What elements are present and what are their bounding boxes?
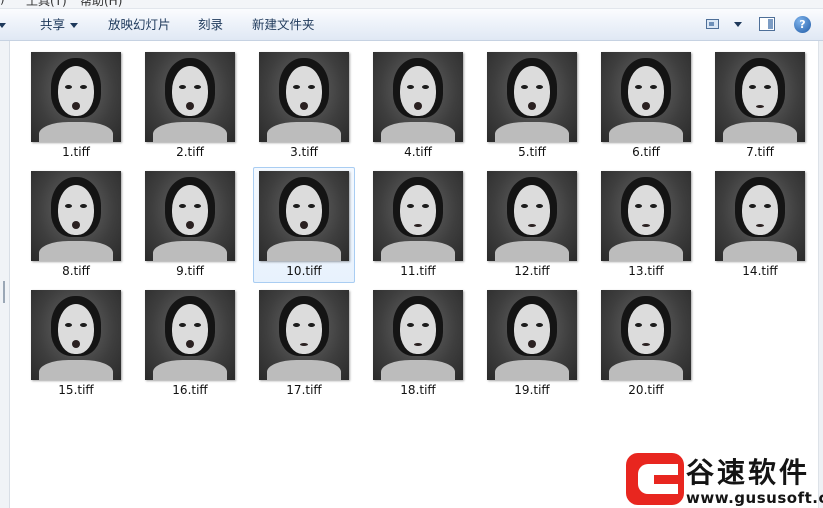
file-name-label: 5.tiff: [518, 145, 546, 159]
face-photo-thumbnail[interactable]: [487, 52, 577, 142]
file-name-label: 8.tiff: [62, 264, 90, 278]
face-photo-thumbnail[interactable]: [373, 52, 463, 142]
face-photo-thumbnail[interactable]: [601, 171, 691, 261]
file-name-label: 20.tiff: [628, 383, 664, 397]
slideshow-button[interactable]: 放映幻灯片: [108, 9, 171, 40]
menu-bar: ) 工具(T) 帮助(H): [0, 0, 823, 9]
file-name-label: 13.tiff: [628, 264, 664, 278]
file-item[interactable]: 1.tiff: [25, 48, 127, 164]
file-name-label: 4.tiff: [404, 145, 432, 159]
face-photo-thumbnail[interactable]: [715, 52, 805, 142]
face-photo-thumbnail[interactable]: [31, 290, 121, 380]
face-photo-thumbnail[interactable]: [601, 290, 691, 380]
face-photo-thumbnail[interactable]: [145, 171, 235, 261]
file-name-label: 15.tiff: [58, 383, 94, 397]
face-photo-thumbnail[interactable]: [601, 52, 691, 142]
face-photo-thumbnail[interactable]: [487, 290, 577, 380]
face-photo-thumbnail[interactable]: [259, 52, 349, 142]
face-photo-thumbnail[interactable]: [31, 171, 121, 261]
gususoft-logo-icon: [626, 453, 684, 505]
burn-button[interactable]: 刻录: [198, 9, 223, 40]
file-name-label: 6.tiff: [632, 145, 660, 159]
file-name-label: 19.tiff: [514, 383, 550, 397]
watermark-url: www.gususoft.com: [686, 489, 823, 507]
file-name-label: 7.tiff: [746, 145, 774, 159]
file-item[interactable]: 13.tiff: [595, 167, 697, 283]
file-item[interactable]: 14.tiff: [709, 167, 811, 283]
file-item[interactable]: 10.tiff: [253, 167, 355, 283]
help-icon[interactable]: ?: [794, 16, 811, 33]
file-name-label: 1.tiff: [62, 145, 90, 159]
face-photo-thumbnail[interactable]: [715, 171, 805, 261]
file-item[interactable]: 7.tiff: [709, 48, 811, 164]
file-item[interactable]: 17.tiff: [253, 286, 355, 402]
face-photo-thumbnail[interactable]: [31, 52, 121, 142]
file-item[interactable]: 5.tiff: [481, 48, 583, 164]
file-name-label: 12.tiff: [514, 264, 550, 278]
file-item[interactable]: 8.tiff: [25, 167, 127, 283]
face-photo-thumbnail[interactable]: [145, 290, 235, 380]
file-name-label: 10.tiff: [286, 264, 322, 278]
file-item[interactable]: 20.tiff: [595, 286, 697, 402]
menu-item-tools[interactable]: 工具(T): [26, 0, 67, 8]
file-item[interactable]: 11.tiff: [367, 167, 469, 283]
file-item[interactable]: 3.tiff: [253, 48, 355, 164]
file-name-label: 14.tiff: [742, 264, 778, 278]
share-button[interactable]: 共享: [40, 9, 79, 40]
face-photo-thumbnail[interactable]: [259, 171, 349, 261]
file-name-label: 17.tiff: [286, 383, 322, 397]
share-label: 共享: [40, 17, 66, 32]
file-item[interactable]: 6.tiff: [595, 48, 697, 164]
file-item[interactable]: 9.tiff: [139, 167, 241, 283]
file-item[interactable]: 19.tiff: [481, 286, 583, 402]
face-photo-thumbnail[interactable]: [259, 290, 349, 380]
file-item[interactable]: 18.tiff: [367, 286, 469, 402]
file-item[interactable]: 15.tiff: [25, 286, 127, 402]
file-name-label: 2.tiff: [176, 145, 204, 159]
file-item[interactable]: 4.tiff: [367, 48, 469, 164]
file-name-label: 18.tiff: [400, 383, 436, 397]
file-name-label: 16.tiff: [172, 383, 208, 397]
change-view-icon[interactable]: [706, 19, 719, 29]
file-name-label: 9.tiff: [176, 264, 204, 278]
file-name-label: 11.tiff: [400, 264, 436, 278]
vertical-scrollbar[interactable]: [818, 41, 823, 508]
view-options-chevron-down-icon[interactable]: [734, 22, 742, 27]
new-folder-button[interactable]: 新建文件夹: [252, 9, 315, 40]
preview-pane-icon[interactable]: [759, 17, 775, 31]
face-photo-thumbnail[interactable]: [145, 52, 235, 142]
splitter-grip[interactable]: [3, 281, 5, 303]
face-photo-thumbnail[interactable]: [373, 171, 463, 261]
file-item[interactable]: 16.tiff: [139, 286, 241, 402]
chevron-down-icon: [70, 23, 79, 28]
menu-item-partial[interactable]: ): [0, 0, 5, 6]
watermark-title: 谷速软件: [686, 456, 811, 489]
command-bar: 共享 放映幻灯片 刻录 新建文件夹 ?: [0, 9, 823, 41]
menu-item-help[interactable]: 帮助(H): [80, 0, 122, 8]
file-name-label: 3.tiff: [290, 145, 318, 159]
face-photo-thumbnail[interactable]: [373, 290, 463, 380]
file-item[interactable]: 12.tiff: [481, 167, 583, 283]
navigation-pane-edge[interactable]: [0, 41, 10, 508]
file-item[interactable]: 2.tiff: [139, 48, 241, 164]
face-photo-thumbnail[interactable]: [487, 171, 577, 261]
organize-dropdown-caret[interactable]: [0, 9, 6, 40]
